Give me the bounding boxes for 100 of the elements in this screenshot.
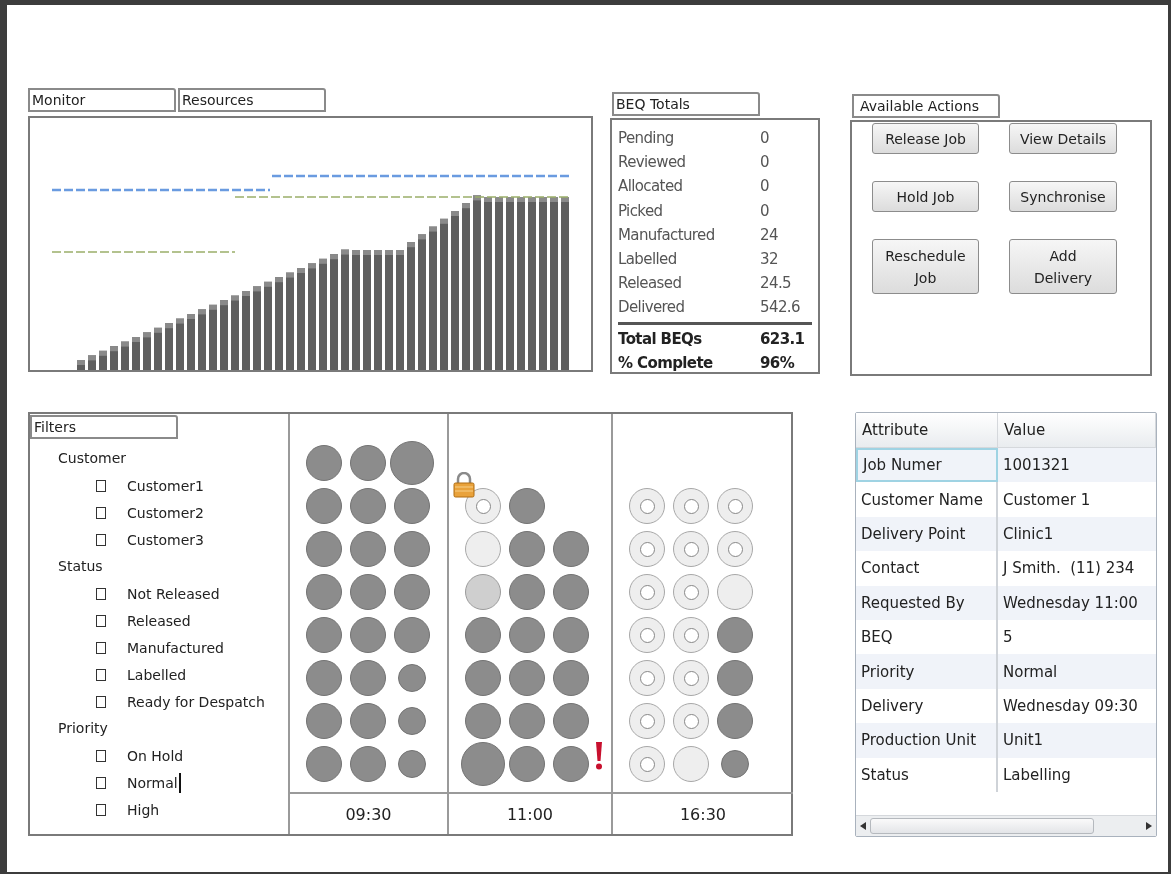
checkbox[interactable]: [96, 587, 106, 600]
job-circle[interactable]: [553, 531, 589, 567]
job-circle[interactable]: [509, 660, 545, 696]
job-circle[interactable]: [717, 660, 753, 696]
table-row[interactable]: Job Numer 1001321: [856, 448, 1156, 483]
time-label: 16:30: [679, 804, 727, 824]
checkbox[interactable]: [96, 533, 106, 546]
ring-icon[interactable]: [673, 531, 709, 567]
job-circle[interactable]: [717, 703, 753, 739]
job-circle[interactable]: [350, 703, 386, 739]
horizontal-scrollbar[interactable]: [856, 815, 1156, 836]
action-button[interactable]: View Details: [1009, 123, 1117, 154]
table-cell-text: J Smith. (11) 234: [1001, 558, 1136, 580]
right-arrow-icon[interactable]: [1146, 822, 1152, 830]
checkbox[interactable]: [96, 803, 106, 816]
job-circle[interactable]: [465, 703, 501, 739]
job-circle[interactable]: [465, 574, 501, 610]
job-circle[interactable]: [306, 531, 342, 567]
job-circle[interactable]: [721, 750, 749, 778]
bar: [88, 355, 96, 370]
ring-icon[interactable]: [717, 488, 753, 524]
job-circle[interactable]: [398, 750, 426, 778]
ring-icon[interactable]: [673, 703, 709, 739]
left-arrow-icon[interactable]: [860, 822, 866, 830]
job-circle[interactable]: [509, 617, 545, 653]
job-circle[interactable]: [306, 703, 342, 739]
job-circle[interactable]: [553, 746, 589, 782]
ring-icon[interactable]: [673, 574, 709, 610]
tab[interactable]: Resources: [178, 88, 326, 112]
ring-icon[interactable]: [629, 746, 665, 782]
checkbox[interactable]: [96, 641, 106, 654]
bar: [121, 341, 129, 370]
ring-icon[interactable]: [629, 488, 665, 524]
job-circle[interactable]: [553, 703, 589, 739]
job-circle[interactable]: [394, 488, 430, 524]
table-cell-text: Labelling: [1002, 764, 1072, 786]
checkbox[interactable]: [96, 506, 106, 519]
job-circle[interactable]: [350, 574, 386, 610]
table-row[interactable]: Priority Normal: [856, 654, 1156, 689]
filter-option-label: Not Released: [127, 585, 220, 602]
action-button[interactable]: Release Job: [872, 123, 979, 154]
checkbox[interactable]: [96, 776, 106, 789]
job-circle[interactable]: [509, 746, 545, 782]
ring-icon[interactable]: [629, 703, 665, 739]
ring-icon[interactable]: [629, 617, 665, 653]
job-circle[interactable]: [394, 617, 430, 653]
table-row[interactable]: Delivery Point Clinic1: [856, 516, 1156, 552]
job-circle[interactable]: [306, 488, 342, 524]
job-circle[interactable]: [394, 531, 430, 567]
job-circle[interactable]: [465, 660, 501, 696]
filter-option-label: Labelled: [127, 666, 187, 683]
ring-icon[interactable]: [673, 660, 709, 696]
job-circle[interactable]: [390, 441, 434, 485]
tab[interactable]: Monitor: [28, 88, 176, 112]
action-button[interactable]: Reschedule Job: [872, 239, 979, 294]
job-circle[interactable]: [461, 742, 505, 786]
job-circle[interactable]: [306, 574, 342, 610]
ring-icon[interactable]: [673, 488, 709, 524]
ring-icon[interactable]: [629, 574, 665, 610]
job-circle[interactable]: [509, 488, 545, 524]
job-circle[interactable]: [350, 617, 386, 653]
job-circle[interactable]: [553, 660, 589, 696]
job-circle[interactable]: [509, 574, 545, 610]
job-circle[interactable]: [398, 707, 426, 735]
job-circle[interactable]: [465, 617, 501, 653]
checkbox[interactable]: [96, 668, 106, 681]
filter-option-label: Manufactured: [127, 639, 224, 656]
checkbox[interactable]: [96, 479, 106, 492]
job-circle[interactable]: [306, 445, 342, 481]
column-header[interactable]: Attribute: [856, 413, 998, 447]
job-circle[interactable]: [553, 574, 589, 610]
action-button[interactable]: Add Delivery: [1009, 239, 1117, 294]
job-circle[interactable]: [394, 574, 430, 610]
job-circle[interactable]: [509, 531, 545, 567]
job-circle[interactable]: [350, 445, 386, 481]
ring-icon[interactable]: [717, 531, 753, 567]
job-circle[interactable]: [306, 746, 342, 782]
total-value: 0: [760, 201, 769, 220]
job-circle[interactable]: [350, 531, 386, 567]
checkbox[interactable]: [96, 695, 106, 708]
job-circle[interactable]: [350, 746, 386, 782]
column-header[interactable]: Value: [998, 413, 1156, 447]
ring-icon[interactable]: [673, 617, 709, 653]
job-circle[interactable]: [306, 617, 342, 653]
checkbox[interactable]: [96, 749, 106, 762]
table-row[interactable]: Requested By Wednesday 11:00: [856, 585, 1156, 620]
job-circle[interactable]: [306, 660, 342, 696]
ring-icon[interactable]: [629, 531, 665, 567]
job-circle[interactable]: [350, 488, 386, 524]
action-button[interactable]: Hold Job: [872, 181, 979, 212]
action-button[interactable]: Synchronise: [1009, 181, 1117, 212]
job-circle[interactable]: [509, 703, 545, 739]
ring-icon[interactable]: [465, 488, 501, 524]
job-circle[interactable]: [350, 660, 386, 696]
job-circle[interactable]: [553, 617, 589, 653]
table-row[interactable]: Production Unit Unit1: [856, 723, 1156, 758]
checkbox[interactable]: [96, 614, 106, 627]
ring-icon[interactable]: [629, 660, 665, 696]
job-circle[interactable]: [398, 664, 426, 692]
job-circle[interactable]: [717, 617, 753, 653]
